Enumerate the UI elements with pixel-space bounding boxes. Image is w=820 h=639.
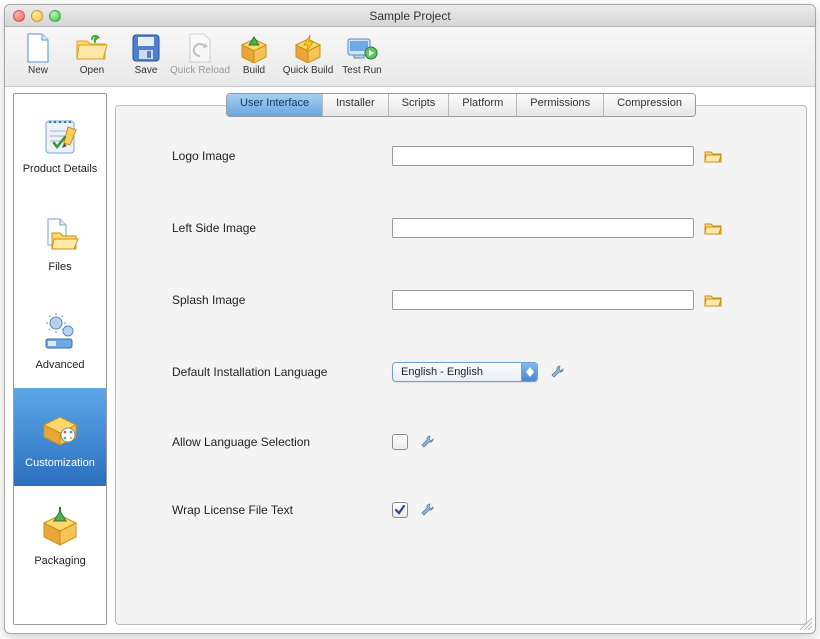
row-wrap-license-text: Wrap License File Text — [172, 502, 772, 518]
folder-open-icon — [704, 220, 722, 236]
app-window: Sample Project New Open — [4, 4, 816, 634]
tab-installer[interactable]: Installer — [323, 94, 389, 116]
save-disk-icon — [129, 31, 163, 65]
input-logo-image[interactable] — [392, 146, 694, 166]
label-wrap-license-text: Wrap License File Text — [172, 503, 392, 517]
label-left-side-image: Left Side Image — [172, 221, 392, 235]
browse-splash-image[interactable] — [704, 292, 722, 308]
toolbar-build[interactable]: Build — [227, 31, 281, 85]
input-splash-image[interactable] — [392, 290, 694, 310]
toolbar-label: Open — [80, 65, 104, 76]
window-zoom-button[interactable] — [49, 10, 61, 22]
titlebar: Sample Project — [5, 5, 815, 27]
select-value: English - English — [401, 366, 521, 378]
sidebar-item-packaging[interactable]: Packaging — [14, 486, 106, 584]
main-panel: User Interface Installer Scripts Platfor… — [115, 93, 807, 625]
configure-allow-language-selection[interactable] — [420, 434, 436, 450]
sidebar-item-label: Packaging — [34, 555, 85, 567]
toolbar-label: Save — [135, 65, 158, 76]
tab-compression[interactable]: Compression — [604, 94, 695, 116]
checkbox-wrap-license-text[interactable] — [392, 502, 408, 518]
toolbar-open[interactable]: Open — [65, 31, 119, 85]
sidebar-item-label: Product Details — [23, 163, 98, 175]
configure-default-language[interactable] — [550, 364, 566, 380]
select-default-language[interactable]: English - English — [392, 362, 538, 382]
tabs: User Interface Installer Scripts Platfor… — [226, 93, 696, 117]
label-default-language: Default Installation Language — [172, 365, 392, 379]
customization-icon — [36, 405, 84, 453]
toolbar: New Open Save — [5, 27, 815, 87]
wrench-icon — [421, 435, 435, 449]
sidebar-item-label: Customization — [25, 457, 95, 469]
reload-icon — [183, 31, 217, 65]
sidebar-item-advanced[interactable]: Advanced — [14, 290, 106, 388]
packaging-icon — [36, 503, 84, 551]
window-controls — [13, 10, 61, 22]
toolbar-save[interactable]: Save — [119, 31, 173, 85]
toolbar-quick-build[interactable]: Quick Build — [281, 31, 335, 85]
sidebar-item-label: Files — [48, 261, 71, 273]
quick-build-icon — [291, 31, 325, 65]
toolbar-new[interactable]: New — [11, 31, 65, 85]
toolbar-test-run[interactable]: Test Run — [335, 31, 389, 85]
content-area: Product Details Files — [5, 87, 815, 633]
sidebar-item-label: Advanced — [36, 359, 85, 371]
advanced-gears-icon — [36, 307, 84, 355]
folder-open-icon — [704, 292, 722, 308]
browse-left-side-image[interactable] — [704, 220, 722, 236]
browse-logo-image[interactable] — [704, 148, 722, 164]
resize-grip-icon[interactable] — [798, 616, 812, 630]
row-allow-language-selection: Allow Language Selection — [172, 434, 772, 450]
toolbar-label: Quick Reload — [170, 65, 230, 76]
toolbar-label: Build — [243, 65, 265, 76]
select-stepper-icon — [521, 363, 537, 381]
sidebar-item-customization[interactable]: Customization — [14, 388, 106, 486]
toolbar-quick-reload: Quick Reload — [173, 31, 227, 85]
form-panel: Logo Image Left Side Image — [115, 105, 807, 625]
build-box-icon — [237, 31, 271, 65]
label-allow-language-selection: Allow Language Selection — [172, 435, 392, 449]
label-splash-image: Splash Image — [172, 293, 392, 307]
sidebar-item-files[interactable]: Files — [14, 192, 106, 290]
row-default-language: Default Installation Language English - … — [172, 362, 772, 382]
new-file-icon — [21, 31, 55, 65]
tabs-row: User Interface Installer Scripts Platfor… — [115, 93, 807, 117]
wrench-icon — [551, 365, 565, 379]
files-icon — [36, 209, 84, 257]
window-minimize-button[interactable] — [31, 10, 43, 22]
toolbar-label: New — [28, 65, 48, 76]
tab-user-interface[interactable]: User Interface — [227, 94, 323, 116]
label-logo-image: Logo Image — [172, 149, 392, 163]
sidebar-item-product-details[interactable]: Product Details — [14, 94, 106, 192]
toolbar-label: Quick Build — [283, 65, 334, 76]
input-left-side-image[interactable] — [392, 218, 694, 238]
notepad-icon — [36, 111, 84, 159]
row-splash-image: Splash Image — [172, 290, 772, 310]
tab-permissions[interactable]: Permissions — [517, 94, 604, 116]
tab-scripts[interactable]: Scripts — [389, 94, 450, 116]
open-folder-icon — [75, 31, 109, 65]
checkbox-allow-language-selection[interactable] — [392, 434, 408, 450]
window-close-button[interactable] — [13, 10, 25, 22]
sidebar: Product Details Files — [13, 93, 107, 625]
wrench-icon — [421, 503, 435, 517]
row-left-side-image: Left Side Image — [172, 218, 772, 238]
tab-platform[interactable]: Platform — [449, 94, 517, 116]
toolbar-label: Test Run — [342, 65, 381, 76]
window-title: Sample Project — [5, 9, 815, 23]
row-logo-image: Logo Image — [172, 146, 772, 166]
test-run-icon — [345, 31, 379, 65]
configure-wrap-license-text[interactable] — [420, 502, 436, 518]
folder-open-icon — [704, 148, 722, 164]
